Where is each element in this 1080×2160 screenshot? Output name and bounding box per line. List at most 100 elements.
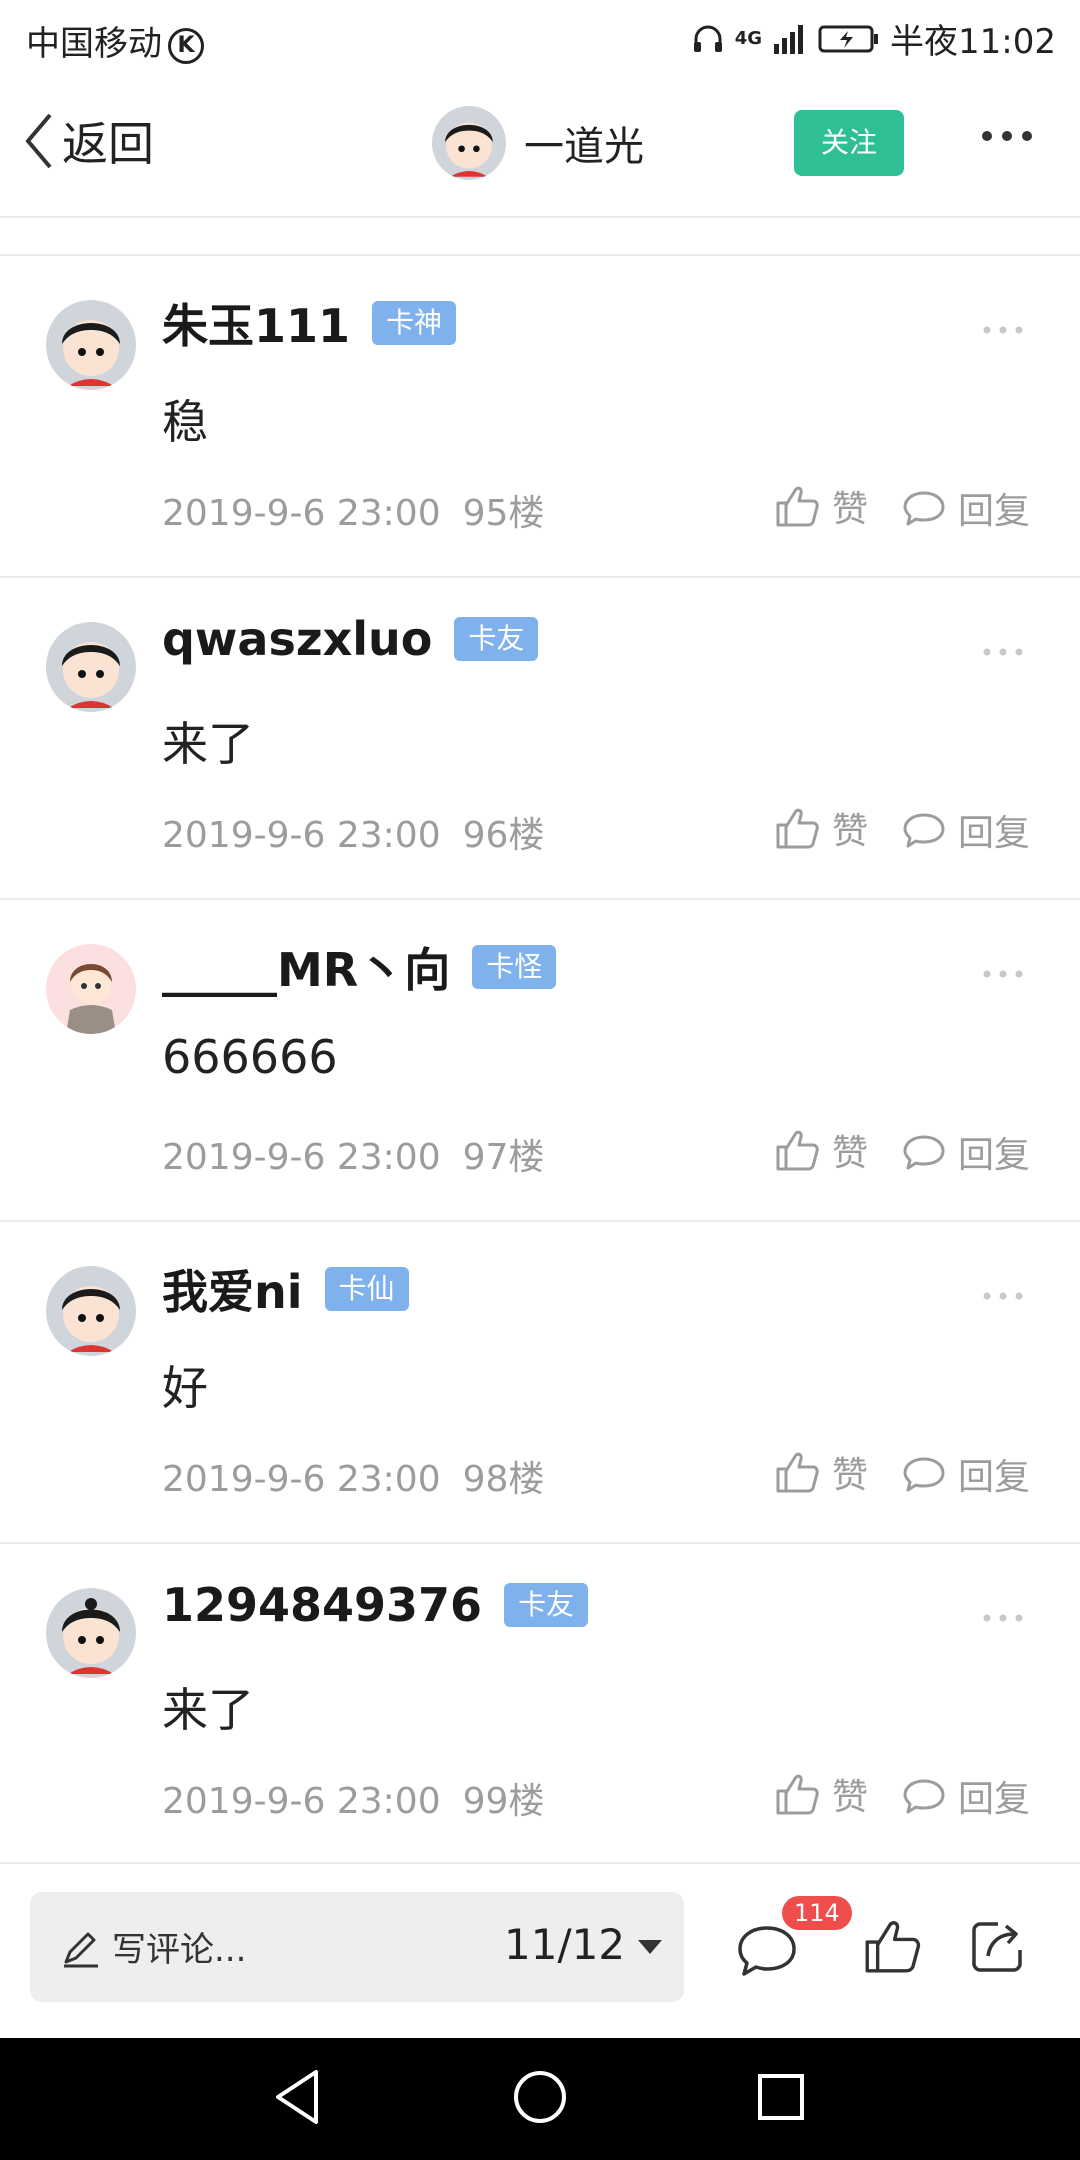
username[interactable]: _____MR丶向 (162, 934, 450, 1000)
page-indicator[interactable]: 11/12 (504, 1920, 625, 1969)
comment-text: 好 (162, 1361, 208, 1415)
comment-text: 来了 (162, 1683, 254, 1737)
username[interactable]: 1294849376 (162, 1578, 482, 1632)
triangle-back-icon (276, 2070, 318, 2124)
comment-date: 2019-9-6 23:00 (162, 493, 441, 534)
like-label: 赞 (832, 489, 869, 530)
comment-item: 我爱ni 卡仙 好 2019-9-6 23:00 98楼 赞 回复 (0, 1222, 1080, 1544)
like-button[interactable]: 赞 (774, 1768, 868, 1820)
avatar-image (46, 622, 136, 712)
comment-text: 稳 (162, 395, 208, 449)
chevron-left-icon (25, 113, 52, 169)
comment-more-button[interactable] (982, 642, 1024, 661)
like-post-button[interactable] (862, 1916, 922, 1980)
comment-bubble-icon (903, 491, 945, 526)
author-name: 一道光 (524, 124, 644, 170)
comment-meta: 2019-9-6 23:00 95楼 (162, 484, 544, 536)
follow-button[interactable]: 关注 (794, 110, 904, 176)
floor-number: 97楼 (462, 1137, 545, 1178)
avatar-image (46, 1588, 136, 1678)
reply-label: 回复 (958, 1779, 1031, 1820)
comment-item: 1294849376 卡友 来了 2019-9-6 23:00 99楼 赞 回复 (0, 1544, 1080, 1866)
carrier: 中国移动 K (26, 16, 204, 65)
more-horizontal-icon (983, 1614, 1023, 1622)
share-button[interactable] (968, 1916, 1028, 1980)
network-type: 4G (734, 27, 763, 49)
status-icons: 4G 半夜11:02 (691, 14, 1056, 63)
battery-icon (818, 25, 879, 52)
share-icon (972, 1922, 1022, 1972)
comment-item: _____MR丶向 卡怪 666666 2019-9-6 23:00 97楼 赞 … (0, 900, 1080, 1222)
like-button[interactable]: 赞 (774, 480, 868, 532)
comment-item: 朱玉111 卡神 稳 2019-9-6 23:00 95楼 赞 回复 (0, 256, 1080, 578)
comment-more-button[interactable] (982, 1608, 1024, 1627)
reply-label: 回复 (958, 491, 1031, 532)
comment-date: 2019-9-6 23:00 (162, 1137, 441, 1178)
like-label: 赞 (832, 811, 869, 852)
nav-home-button[interactable] (512, 2068, 568, 2130)
comment-meta: 2019-9-6 23:00 96楼 (162, 806, 544, 858)
thumbs-up-icon (865, 1921, 921, 1973)
thumbs-up-icon (776, 486, 819, 527)
like-button[interactable]: 赞 (774, 1124, 868, 1176)
bottom-action-bar: 写评论... 11/12 114 (0, 1862, 1080, 2040)
more-horizontal-icon (982, 131, 1032, 141)
more-horizontal-icon (983, 970, 1023, 978)
thumbs-up-icon (776, 1774, 819, 1815)
avatar-image (46, 300, 136, 390)
comment-count-badge: 114 (782, 1896, 852, 1930)
avatar[interactable] (46, 944, 136, 1034)
username[interactable]: qwaszxluo (162, 612, 432, 666)
comment-text: 来了 (162, 717, 254, 771)
comments-button[interactable] (736, 1922, 798, 1984)
reply-button[interactable]: 回复 (902, 1770, 1030, 1822)
comment-user: 1294849376 卡友 (162, 1578, 589, 1632)
comment-more-button[interactable] (982, 320, 1024, 339)
comment-user: qwaszxluo 卡友 (162, 612, 539, 666)
comment-bubble-icon (903, 1457, 945, 1492)
avatar-image (46, 1266, 136, 1356)
avatar[interactable] (46, 1266, 136, 1356)
reply-button[interactable]: 回复 (902, 482, 1030, 534)
more-horizontal-icon (983, 326, 1023, 334)
nav-recents-button[interactable] (756, 2068, 806, 2130)
nav-back-button[interactable] (272, 2068, 324, 2130)
username[interactable]: 朱玉111 (162, 290, 350, 356)
reply-label: 回复 (958, 1135, 1031, 1176)
thumbs-up-icon (776, 1130, 819, 1171)
back-label: 返回 (62, 117, 154, 171)
comment-date: 2019-9-6 23:00 (162, 1459, 441, 1500)
comment-more-button[interactable] (982, 1286, 1024, 1305)
like-button[interactable]: 赞 (774, 1446, 868, 1498)
caret-down-icon[interactable] (636, 1938, 664, 1956)
username[interactable]: 我爱ni (162, 1256, 303, 1322)
comment-more-button[interactable] (982, 964, 1024, 983)
write-comment-input[interactable]: 写评论... 11/12 (30, 1892, 684, 2002)
back-button[interactable]: 返回 (22, 108, 154, 174)
reply-button[interactable]: 回复 (902, 1448, 1030, 1500)
like-button[interactable]: 赞 (774, 802, 868, 854)
reply-button[interactable]: 回复 (902, 804, 1030, 856)
status-bar: 中国移动 K 4G 半夜11:02 (0, 0, 1080, 76)
more-options-button[interactable] (980, 128, 1034, 147)
pencil-icon (64, 1932, 98, 1968)
reply-button[interactable]: 回复 (902, 1126, 1030, 1178)
square-recents-icon (758, 2074, 804, 2120)
comment-item: qwaszxluo 卡友 来了 2019-9-6 23:00 96楼 赞 回复 (0, 578, 1080, 900)
avatar[interactable] (46, 300, 136, 390)
avatar[interactable] (46, 1588, 136, 1678)
write-comment-placeholder: 写评论... (112, 1930, 247, 1970)
comment-date: 2019-9-6 23:00 (162, 815, 441, 856)
more-horizontal-icon (983, 1292, 1023, 1300)
comment-user: _____MR丶向 卡怪 (162, 934, 557, 1000)
system-nav-bar (0, 2038, 1080, 2160)
user-level-badge: 卡仙 (324, 1267, 409, 1311)
comment-user: 朱玉111 卡神 (162, 290, 457, 356)
signal-icon (774, 24, 804, 54)
author-info[interactable]: 一道光 (432, 106, 644, 180)
like-label: 赞 (832, 1777, 869, 1818)
user-level-badge: 卡神 (372, 301, 457, 345)
avatar[interactable] (46, 622, 136, 712)
user-level-badge: 卡友 (454, 617, 539, 661)
user-level-badge: 卡友 (504, 1583, 589, 1627)
